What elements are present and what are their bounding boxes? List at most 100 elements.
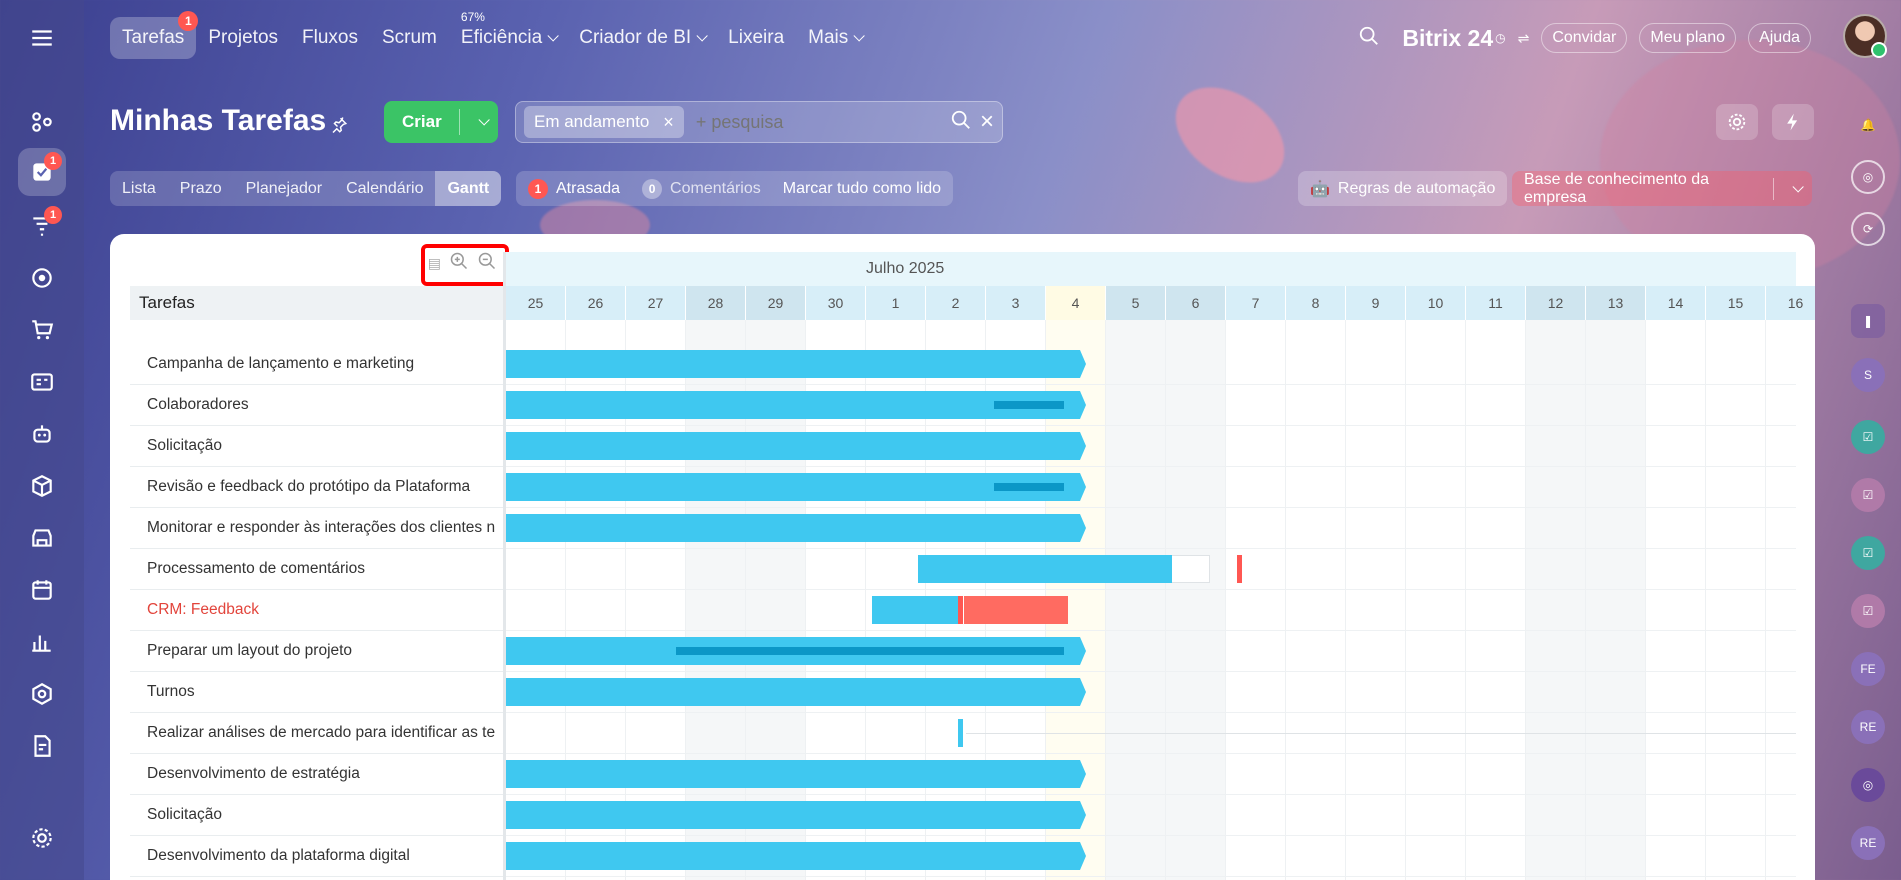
settings-gear-icon[interactable]: [1716, 104, 1758, 140]
task-bar[interactable]: [506, 678, 1086, 706]
task-bar[interactable]: [506, 350, 1086, 378]
nav-criador-bi[interactable]: Criador de BI: [567, 17, 716, 59]
search-icon[interactable]: [950, 109, 972, 136]
search-icon[interactable]: [1358, 25, 1380, 52]
task-row[interactable]: Solicitação: [130, 795, 506, 836]
task-row[interactable]: Solicitação: [130, 426, 506, 467]
my-plan-button[interactable]: Meu plano: [1639, 23, 1737, 53]
task-bar[interactable]: [872, 596, 960, 624]
lightning-icon[interactable]: [1772, 104, 1814, 140]
task-bar[interactable]: [506, 760, 1086, 788]
nav-tarefas-badge: 1: [178, 11, 199, 31]
deadline-marker[interactable]: [1237, 555, 1242, 583]
robot-icon[interactable]: [18, 410, 66, 458]
month-header: Julho 2025: [506, 252, 1796, 286]
nav-projetos[interactable]: Projetos: [196, 17, 290, 59]
user-avatar[interactable]: [1843, 14, 1887, 58]
task-bar[interactable]: [506, 842, 1086, 870]
task-row[interactable]: Desenvolvimento da plataforma digital: [130, 836, 506, 877]
box-icon[interactable]: [18, 462, 66, 510]
invite-button[interactable]: Convidar: [1541, 23, 1628, 53]
task-bar[interactable]: [506, 637, 1086, 665]
target-icon[interactable]: [18, 254, 66, 302]
tab-calendario[interactable]: Calendário: [334, 171, 435, 206]
search-input[interactable]: [695, 111, 950, 133]
nav-lixeira[interactable]: Lixeira: [716, 17, 796, 59]
copilot-icon[interactable]: ◎: [1851, 160, 1885, 194]
timeline-line: [966, 733, 1796, 734]
day-cell: 7: [1226, 286, 1286, 320]
hexagon-icon[interactable]: [18, 670, 66, 718]
task-bar[interactable]: [506, 514, 1086, 542]
nav-mais[interactable]: Mais: [796, 17, 873, 59]
chevron-down-icon[interactable]: [1774, 180, 1812, 193]
user-avatar-fe[interactable]: FE: [1851, 652, 1885, 686]
bell-icon[interactable]: 🔔: [1851, 108, 1885, 142]
document-sign-icon[interactable]: [18, 722, 66, 770]
task-chat-icon[interactable]: ☑: [1851, 536, 1885, 570]
chat-sync-icon[interactable]: ⟳: [1851, 212, 1885, 246]
tab-lista[interactable]: Lista: [110, 171, 168, 206]
task-row[interactable]: Preparar um layout do projeto: [130, 631, 506, 672]
task-row[interactable]: Turnos: [130, 672, 506, 713]
knowledge-base-button[interactable]: Base de conhecimento da empresa: [1512, 171, 1812, 206]
task-row[interactable]: Revisão e feedback do protótipo da Plata…: [130, 467, 506, 508]
mark-all-read-link[interactable]: Marcar tudo como lido: [783, 180, 941, 198]
user-avatar-re[interactable]: RE: [1851, 826, 1885, 860]
tab-planejador[interactable]: Planejador: [234, 171, 335, 206]
funnel-icon[interactable]: 1: [18, 202, 66, 250]
nav-scrum[interactable]: Scrum: [370, 17, 449, 59]
task-row[interactable]: Processamento de comentários: [130, 549, 506, 590]
task-bar[interactable]: [918, 555, 1172, 583]
page-title: Minhas Tarefas: [110, 104, 327, 137]
brand-logo[interactable]: Bitrix 24: [1402, 25, 1493, 52]
copilot-icon[interactable]: ◎: [1851, 768, 1885, 802]
search-filter-box[interactable]: Em andamento × ×: [515, 101, 1003, 143]
task-row[interactable]: Realizar análises de mercado para identi…: [130, 713, 506, 754]
bookmark-icon[interactable]: ❚: [1851, 304, 1885, 338]
tab-gantt[interactable]: Gantt: [435, 171, 502, 206]
overdue-bar[interactable]: [964, 596, 1068, 624]
user-avatar-re[interactable]: RE: [1851, 710, 1885, 744]
nav-tarefas[interactable]: Tarefas 1: [110, 11, 199, 59]
calendar-icon[interactable]: [18, 566, 66, 614]
task-chat-icon[interactable]: ☑: [1851, 420, 1885, 454]
menu-icon[interactable]: [18, 14, 66, 62]
task-row[interactable]: Campanha de lançamento e marketing: [130, 344, 506, 385]
task-bar[interactable]: [506, 473, 1086, 501]
task-bar[interactable]: [506, 801, 1086, 829]
analytics-icon[interactable]: [18, 618, 66, 666]
task-chat-icon[interactable]: ☑: [1851, 594, 1885, 628]
task-row[interactable]: Desenvolvimento de estratégia: [130, 754, 506, 795]
tasks-icon[interactable]: 1: [18, 148, 66, 196]
task-bar[interactable]: [506, 432, 1086, 460]
chevron-down-icon[interactable]: [460, 114, 498, 126]
pin-icon[interactable]: [330, 116, 348, 134]
tab-prazo[interactable]: Prazo: [168, 171, 234, 206]
task-row[interactable]: CRM: Feedback: [130, 590, 506, 631]
filter-chip[interactable]: Em andamento ×: [524, 106, 684, 138]
close-icon[interactable]: ×: [663, 112, 674, 133]
nav-eficiencia[interactable]: 67% Eficiência: [449, 10, 567, 59]
task-bar[interactable]: [958, 719, 963, 747]
nav-projetos-label: Projetos: [208, 27, 279, 48]
settings-gear-icon[interactable]: [18, 814, 66, 862]
automation-rules-button[interactable]: 🤖 Regras de automação: [1298, 171, 1508, 206]
store-icon[interactable]: [18, 514, 66, 562]
sliders-icon[interactable]: ⇌: [1518, 30, 1530, 47]
user-avatar-s[interactable]: S: [1851, 358, 1885, 392]
contacts-icon[interactable]: [18, 358, 66, 406]
help-button[interactable]: Ajuda: [1748, 23, 1811, 53]
task-chat-icon[interactable]: ☑: [1851, 478, 1885, 512]
overdue-filter[interactable]: Atrasada: [556, 180, 620, 198]
nav-fluxos[interactable]: Fluxos: [290, 17, 370, 59]
deadline-marker[interactable]: [958, 596, 963, 624]
clear-icon[interactable]: ×: [980, 110, 994, 134]
create-button[interactable]: Criar: [384, 101, 498, 143]
task-row[interactable]: Colaboradores: [130, 385, 506, 426]
feed-icon[interactable]: [18, 98, 66, 146]
task-bar[interactable]: [506, 391, 1086, 419]
comments-filter[interactable]: Comentários: [670, 180, 761, 198]
cart-icon[interactable]: [18, 306, 66, 354]
task-row[interactable]: Monitorar e responder às interações dos …: [130, 508, 506, 549]
